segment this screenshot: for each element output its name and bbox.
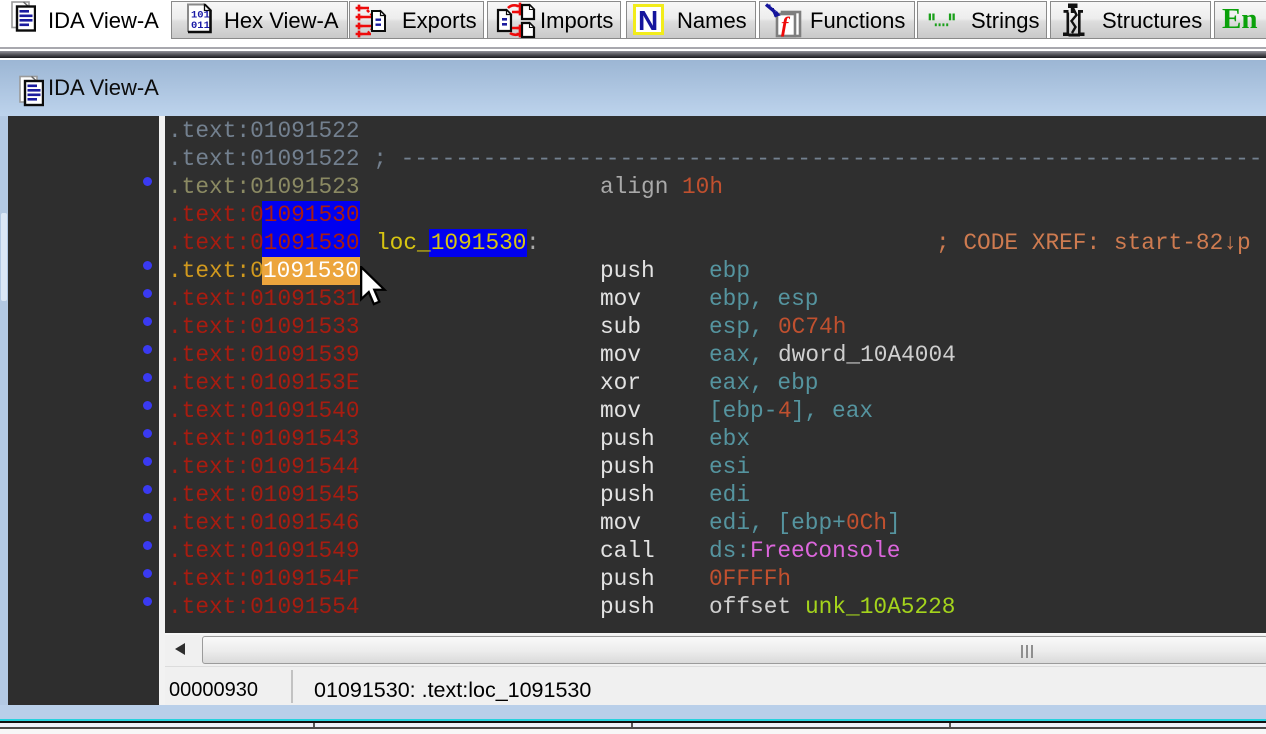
svg-text:N: N <box>638 5 658 35</box>
svg-text:011: 011 <box>191 20 210 32</box>
